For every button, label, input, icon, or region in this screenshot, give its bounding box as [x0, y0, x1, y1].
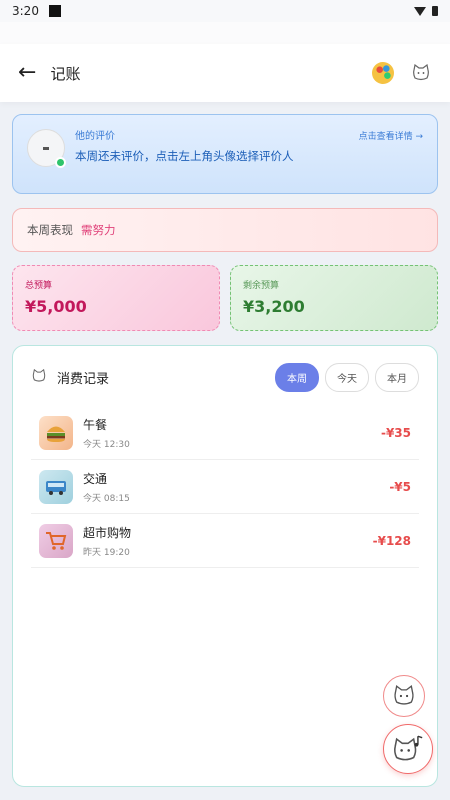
- record-amount: -¥35: [380, 425, 411, 440]
- cat-icon: [31, 368, 47, 387]
- rater-message: 本周还未评价，点击左上角头像选择评价人: [75, 149, 294, 163]
- record-row[interactable]: 交通 今天 08:15 -¥5: [31, 460, 419, 514]
- tab-today[interactable]: 今天: [325, 362, 369, 392]
- status-bar: 3:20: [0, 0, 450, 22]
- record-name: 午餐: [83, 417, 108, 432]
- cat-icon: [394, 685, 414, 705]
- record-name: 超市购物: [83, 525, 132, 540]
- avatar-placeholder-icon: [43, 146, 49, 150]
- remaining-budget-card[interactable]: 剩余预算 ¥3,200: [230, 265, 438, 331]
- filter-tabs: 本周 今天 本月: [275, 362, 419, 392]
- page-title: 记账: [50, 64, 81, 83]
- notification-icon: [48, 5, 61, 17]
- performance-label: 本周表现: [27, 223, 73, 237]
- tab-this-month[interactable]: 本月: [375, 362, 419, 392]
- rater-label: 他的评价: [75, 131, 115, 142]
- cat-music-icon: [394, 735, 423, 761]
- online-status-icon: [55, 157, 66, 168]
- record-list: 午餐 今天 12:30 -¥35 交通 今天 08:15 -¥5 超市购物 昨天…: [31, 406, 419, 568]
- status-time: 3:20: [12, 4, 39, 18]
- record-amount: -¥128: [372, 533, 411, 548]
- total-budget-value: ¥5,000: [25, 297, 87, 316]
- record-name: 交通: [83, 471, 108, 486]
- expense-records-card: 消费记录 本周 今天 本月 午餐 今天 12:30 -¥35 交通 今天 08:…: [12, 345, 438, 787]
- cat-icon[interactable]: [410, 62, 432, 84]
- record-amount: -¥5: [389, 479, 411, 494]
- rater-avatar[interactable]: [27, 129, 66, 168]
- battery-icon: [432, 6, 438, 16]
- top-spacer: [0, 22, 450, 44]
- cart-icon: [39, 523, 73, 558]
- record-row[interactable]: 超市购物 昨天 19:20 -¥128: [31, 514, 419, 568]
- burger-icon: [39, 415, 73, 450]
- bus-icon: [39, 469, 73, 504]
- record-row[interactable]: 午餐 今天 12:30 -¥35: [31, 406, 419, 460]
- record-time: 今天 08:15: [83, 493, 130, 504]
- back-arrow-icon[interactable]: ←: [18, 62, 36, 84]
- records-title: 消费记录: [57, 371, 110, 387]
- weekly-performance: 本周表现 需努力: [12, 208, 438, 252]
- record-time: 昨天 19:20: [83, 547, 130, 558]
- cat-music-button[interactable]: [383, 724, 433, 774]
- tab-this-week[interactable]: 本周: [275, 362, 319, 392]
- cat-small-button[interactable]: [383, 675, 425, 717]
- remaining-budget-value: ¥3,200: [243, 297, 305, 316]
- total-budget-label: 总预算: [25, 281, 53, 291]
- performance-value: 需努力: [81, 223, 116, 237]
- remaining-budget-label: 剩余预算: [243, 281, 280, 291]
- view-details-link[interactable]: 点击查看详情 →: [359, 129, 423, 142]
- rater-card[interactable]: 他的评价 本周还未评价，点击左上角头像选择评价人 点击查看详情 →: [12, 114, 438, 194]
- app-bar: ← 记账: [0, 44, 450, 102]
- palette-icon[interactable]: [372, 62, 394, 84]
- wifi-icon: [414, 6, 426, 16]
- total-budget-card[interactable]: 总预算 ¥5,000: [12, 265, 220, 331]
- record-time: 今天 12:30: [83, 439, 130, 450]
